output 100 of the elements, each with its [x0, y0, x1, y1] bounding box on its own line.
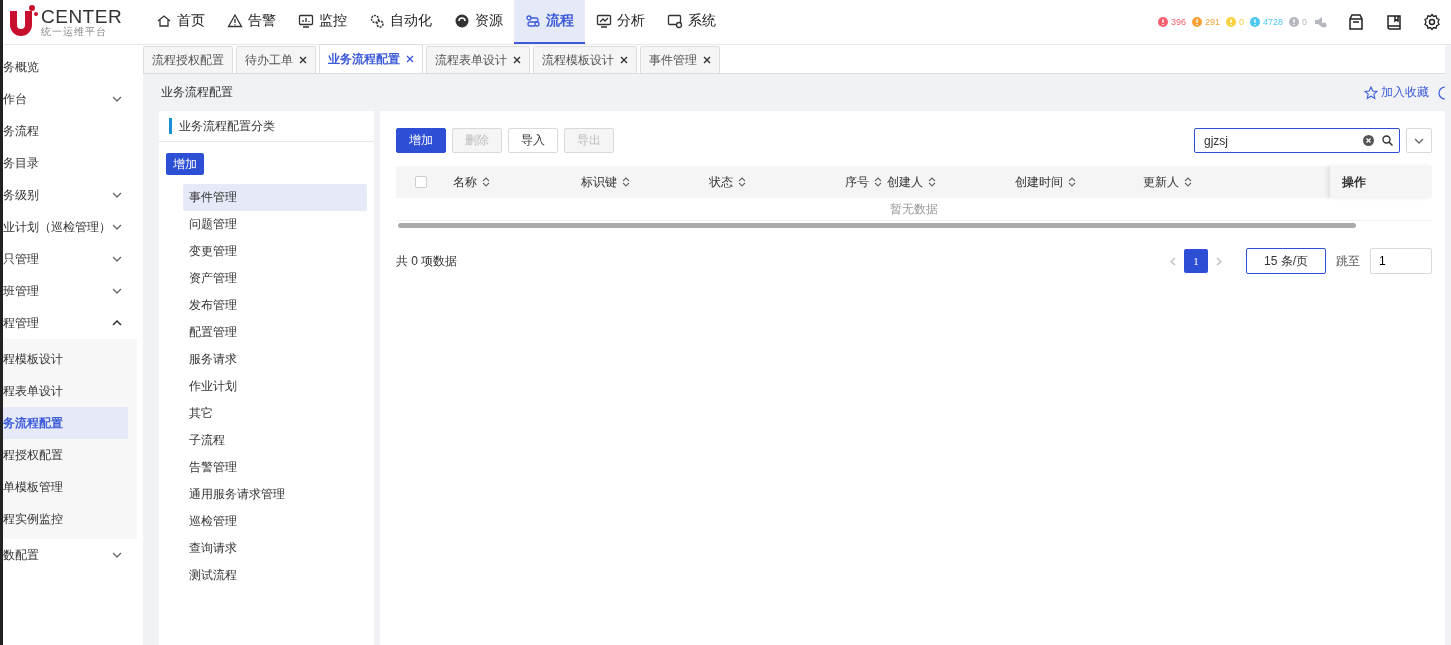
help-icon[interactable]	[1437, 85, 1445, 100]
nav-item[interactable]: 监控	[287, 0, 358, 44]
book-icon[interactable]	[1385, 13, 1403, 31]
search-icon[interactable]	[1382, 135, 1393, 146]
chevron-down-icon	[112, 224, 122, 230]
sort-icon[interactable]	[1184, 177, 1192, 187]
sidebar-item[interactable]: 务级别	[3, 179, 138, 211]
submenu-item[interactable]: 程表单设计	[3, 375, 128, 407]
nav-item[interactable]: 资源	[443, 0, 514, 44]
logo-subtitle: 统一运维平台	[41, 27, 108, 37]
submenu-item[interactable]: 程实例监控	[3, 503, 128, 535]
favorite-link[interactable]: 加入收藏	[1364, 84, 1429, 101]
tab[interactable]: 待办工单	[236, 46, 316, 73]
gears-icon	[369, 13, 385, 29]
home-icon	[156, 13, 172, 29]
chevron-down-icon	[112, 96, 122, 102]
category-item[interactable]: 查询请求	[183, 535, 367, 562]
column-header[interactable]: 创建人	[887, 173, 923, 191]
column-header[interactable]: 更新人	[1143, 173, 1179, 191]
category-item[interactable]: 通用服务请求管理	[183, 481, 367, 508]
category-item[interactable]: 测试流程	[183, 562, 367, 589]
close-icon[interactable]	[406, 55, 414, 63]
close-icon[interactable]	[299, 56, 307, 64]
column-header[interactable]: 序号	[845, 173, 869, 191]
select-all-checkbox[interactable]	[415, 176, 427, 188]
clear-icon[interactable]	[1363, 135, 1374, 146]
page-title: 业务流程配置	[161, 84, 233, 101]
add-button[interactable]: 增加	[166, 153, 204, 175]
sort-icon[interactable]	[622, 177, 630, 187]
sort-icon[interactable]	[482, 177, 490, 187]
sidebar-item[interactable]: 数配置	[3, 539, 138, 571]
sort-icon[interactable]	[928, 177, 936, 187]
sidebar-item[interactable]: 班管理	[3, 275, 138, 307]
category-item[interactable]: 配置管理	[183, 319, 367, 346]
close-icon[interactable]	[703, 56, 711, 64]
column-header[interactable]: 标识键	[581, 173, 617, 191]
category-item[interactable]: 子流程	[183, 427, 367, 454]
sidebar-item[interactable]: 只管理	[3, 243, 138, 275]
settings-icon[interactable]	[1423, 13, 1441, 31]
tab[interactable]: 流程授权配置	[143, 46, 233, 73]
sidebar-item[interactable]: 务概览	[3, 51, 138, 83]
resource-icon	[454, 13, 470, 29]
panel-title: 业务流程配置分类	[179, 117, 275, 135]
category-item[interactable]: 服务请求	[183, 346, 367, 373]
sidebar-item[interactable]: 务流程	[3, 115, 138, 147]
column-header: 操作	[1330, 166, 1432, 198]
page-size-select[interactable]: 15 条/页	[1246, 248, 1326, 274]
accent-bar	[169, 118, 172, 134]
column-header[interactable]: 名称	[453, 173, 477, 191]
chevron-down-icon	[112, 552, 122, 558]
category-item[interactable]: 告警管理	[183, 454, 367, 481]
sidebar-item[interactable]: 业计划（巡检管理）	[3, 211, 138, 243]
tab[interactable]: 业务流程配置	[319, 44, 423, 73]
jump-field[interactable]: 1	[1370, 248, 1432, 274]
toolbar-button[interactable]: 导入	[508, 128, 558, 153]
sort-icon[interactable]	[1068, 177, 1076, 187]
mailbox-icon[interactable]	[1347, 13, 1365, 31]
nav-item[interactable]: 自动化	[358, 0, 443, 44]
sort-icon[interactable]	[738, 177, 746, 187]
logo-text: CENTER	[41, 7, 123, 26]
submenu-item[interactable]: 务流程配置	[3, 407, 128, 439]
column-header[interactable]: 创建时间	[1015, 173, 1063, 191]
toolbar-button[interactable]: 增加	[396, 128, 446, 153]
monitor-icon	[298, 13, 314, 29]
category-item[interactable]: 事件管理	[183, 184, 367, 211]
search-field[interactable]: gjzsj	[1194, 128, 1400, 153]
nav-item[interactable]: 系统	[656, 0, 727, 44]
category-item[interactable]: 发布管理	[183, 292, 367, 319]
tab[interactable]: 流程模板设计	[533, 46, 637, 73]
category-item[interactable]: 巡检管理	[183, 508, 367, 535]
category-item[interactable]: 问题管理	[183, 211, 367, 238]
column-header[interactable]: 状态	[709, 173, 733, 191]
category-item[interactable]: 其它	[183, 400, 367, 427]
chart-icon	[596, 13, 612, 29]
nav-item[interactable]: 首页	[145, 0, 216, 44]
jump-label: 跳至	[1336, 252, 1360, 270]
sidebar-item[interactable]: 作台	[3, 83, 138, 115]
submenu-item[interactable]: 程模板设计	[3, 343, 128, 375]
close-icon[interactable]	[620, 56, 628, 64]
tab[interactable]: 事件管理	[640, 46, 720, 73]
nav-item[interactable]: 分析	[585, 0, 656, 44]
submenu-item[interactable]: 单模板管理	[3, 471, 128, 503]
chevron-down-icon	[112, 288, 122, 294]
category-item[interactable]: 资产管理	[183, 265, 367, 292]
nav-item[interactable]: 告警	[216, 0, 287, 44]
chevron-down-icon	[112, 192, 122, 198]
close-icon[interactable]	[513, 56, 521, 64]
nav-item[interactable]: 流程	[514, 0, 585, 44]
total-count: 共 0 项数据	[396, 252, 458, 270]
category-item[interactable]: 变更管理	[183, 238, 367, 265]
sidebar-item[interactable]: 务目录	[3, 147, 138, 179]
sort-icon[interactable]	[874, 177, 882, 187]
star-icon	[1364, 85, 1378, 100]
page-button[interactable]: 1	[1184, 249, 1208, 273]
scrollbar[interactable]	[398, 223, 1356, 228]
tab[interactable]: 流程表单设计	[426, 46, 530, 73]
sidebar-item[interactable]: 程管理	[3, 307, 138, 339]
submenu-item[interactable]: 程授权配置	[3, 439, 128, 471]
empty-text: 暂无数据	[396, 198, 1432, 221]
category-item[interactable]: 作业计划	[183, 373, 367, 400]
